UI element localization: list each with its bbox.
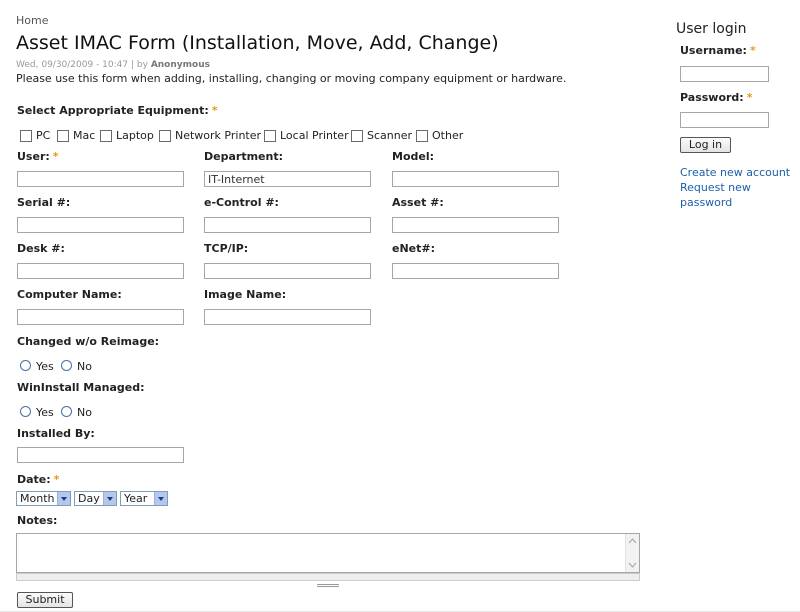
main-content: Home Asset IMAC Form (Installation, Move…	[16, 12, 646, 85]
checkbox-other[interactable]	[416, 130, 428, 142]
checkbox-laptop[interactable]	[100, 130, 112, 142]
user-label-text: User:	[17, 150, 50, 163]
checkbox-local-printer-label: Local Printer	[280, 129, 349, 142]
required-marker: *	[749, 44, 756, 57]
notes-textarea[interactable]	[16, 533, 640, 573]
create-account-link[interactable]: Create new account	[680, 166, 790, 179]
checkbox-laptop-label: Laptop	[116, 129, 154, 142]
tcpip-input[interactable]	[204, 263, 371, 279]
asset-input[interactable]	[392, 217, 559, 233]
wininstall-no-label: No	[77, 406, 92, 419]
checkbox-local-printer[interactable]	[264, 130, 276, 142]
checkbox-scanner-label: Scanner	[367, 129, 413, 142]
sidebar-title: User login	[676, 21, 747, 37]
notes-scrollbar[interactable]	[625, 534, 639, 572]
password-input[interactable]	[680, 112, 769, 128]
computer-name-label: Computer Name:	[17, 288, 122, 301]
submit-button[interactable]: Submit	[17, 592, 73, 608]
username-label: Username: *	[680, 44, 756, 57]
checkbox-mac-label: Mac	[73, 129, 96, 142]
day-select[interactable]: Day	[74, 491, 117, 506]
changed-reimage-label: Changed w/o Reimage:	[17, 335, 160, 348]
intro-text: Please use this form when adding, instal…	[16, 72, 567, 85]
username-label-text: Username:	[680, 44, 747, 57]
required-marker: *	[52, 150, 59, 163]
breadcrumb[interactable]: Home	[16, 14, 646, 27]
changed-reimage-yes-radio[interactable]	[20, 360, 31, 371]
image-name-input[interactable]	[204, 309, 371, 325]
desk-input[interactable]	[17, 263, 184, 279]
month-select-value: Month	[20, 492, 55, 505]
desk-label: Desk #:	[17, 242, 65, 255]
changed-reimage-yes-label: Yes	[36, 360, 54, 373]
chevron-down-icon[interactable]	[154, 492, 167, 505]
required-marker: *	[211, 104, 218, 117]
checkbox-pc[interactable]	[20, 130, 32, 142]
page-title: Asset IMAC Form (Installation, Move, Add…	[16, 32, 499, 54]
changed-reimage-no-label: No	[77, 360, 92, 373]
serial-label: Serial #:	[17, 196, 71, 209]
submitted-by-label: by	[136, 60, 148, 70]
required-marker: *	[746, 91, 753, 104]
installed-by-input[interactable]	[17, 447, 184, 463]
tcpip-label: TCP/IP:	[204, 242, 249, 255]
asset-label: Asset #:	[392, 196, 444, 209]
department-label: Department:	[204, 150, 283, 163]
notes-label: Notes:	[17, 514, 58, 527]
wininstall-no-radio[interactable]	[61, 406, 72, 417]
year-select[interactable]: Year	[120, 491, 168, 506]
enet-label: eNet#:	[392, 242, 436, 255]
login-button[interactable]: Log in	[680, 137, 731, 153]
department-input[interactable]	[204, 171, 371, 187]
wininstall-yes-radio[interactable]	[20, 406, 31, 417]
installed-by-label: Installed By:	[17, 427, 95, 440]
date-label: Date: *	[17, 473, 59, 486]
required-marker: *	[53, 473, 60, 486]
password-label: Password: *	[680, 91, 752, 104]
checkbox-other-label: Other	[432, 129, 464, 142]
model-label: Model:	[392, 150, 435, 163]
computer-name-input[interactable]	[17, 309, 184, 325]
notes-resize-handle[interactable]	[16, 573, 640, 587]
password-label-text: Password:	[680, 91, 744, 104]
wininstall-label: WinInstall Managed:	[17, 381, 145, 394]
checkbox-mac[interactable]	[57, 130, 69, 142]
econtrol-label: e-Control #:	[204, 196, 279, 209]
username-input[interactable]	[680, 66, 769, 82]
submitted-info: Wed, 09/30/2009 - 10:47 | by Anonymous	[16, 60, 210, 70]
user-label: User: *	[17, 150, 59, 163]
econtrol-input[interactable]	[204, 217, 371, 233]
month-select[interactable]: Month	[16, 491, 71, 506]
date-label-text: Date:	[17, 473, 51, 486]
submitted-author: Anonymous	[150, 60, 210, 70]
checkbox-pc-label: PC	[36, 129, 51, 142]
user-input[interactable]	[17, 171, 184, 187]
equipment-label: Select Appropriate Equipment: *	[17, 104, 218, 117]
equipment-label-text: Select Appropriate Equipment:	[17, 104, 209, 117]
year-select-value: Year	[124, 492, 148, 505]
checkbox-scanner[interactable]	[351, 130, 363, 142]
chevron-down-icon[interactable]	[57, 492, 70, 505]
model-input[interactable]	[392, 171, 559, 187]
enet-input[interactable]	[392, 263, 559, 279]
scroll-arrows-icon	[628, 538, 637, 568]
changed-reimage-no-radio[interactable]	[61, 360, 72, 371]
day-select-value: Day	[78, 492, 100, 505]
chevron-down-icon[interactable]	[103, 492, 116, 505]
submitted-date: Wed, 09/30/2009 - 10:47	[16, 60, 129, 70]
serial-input[interactable]	[17, 217, 184, 233]
checkbox-network-printer[interactable]	[159, 130, 171, 142]
checkbox-network-printer-label: Network Printer	[175, 129, 262, 142]
request-password-link-line2[interactable]: password	[680, 196, 732, 209]
request-password-link-line1[interactable]: Request new	[680, 181, 751, 194]
grip-icon	[317, 584, 339, 587]
image-name-label: Image Name:	[204, 288, 287, 301]
wininstall-yes-label: Yes	[36, 406, 54, 419]
